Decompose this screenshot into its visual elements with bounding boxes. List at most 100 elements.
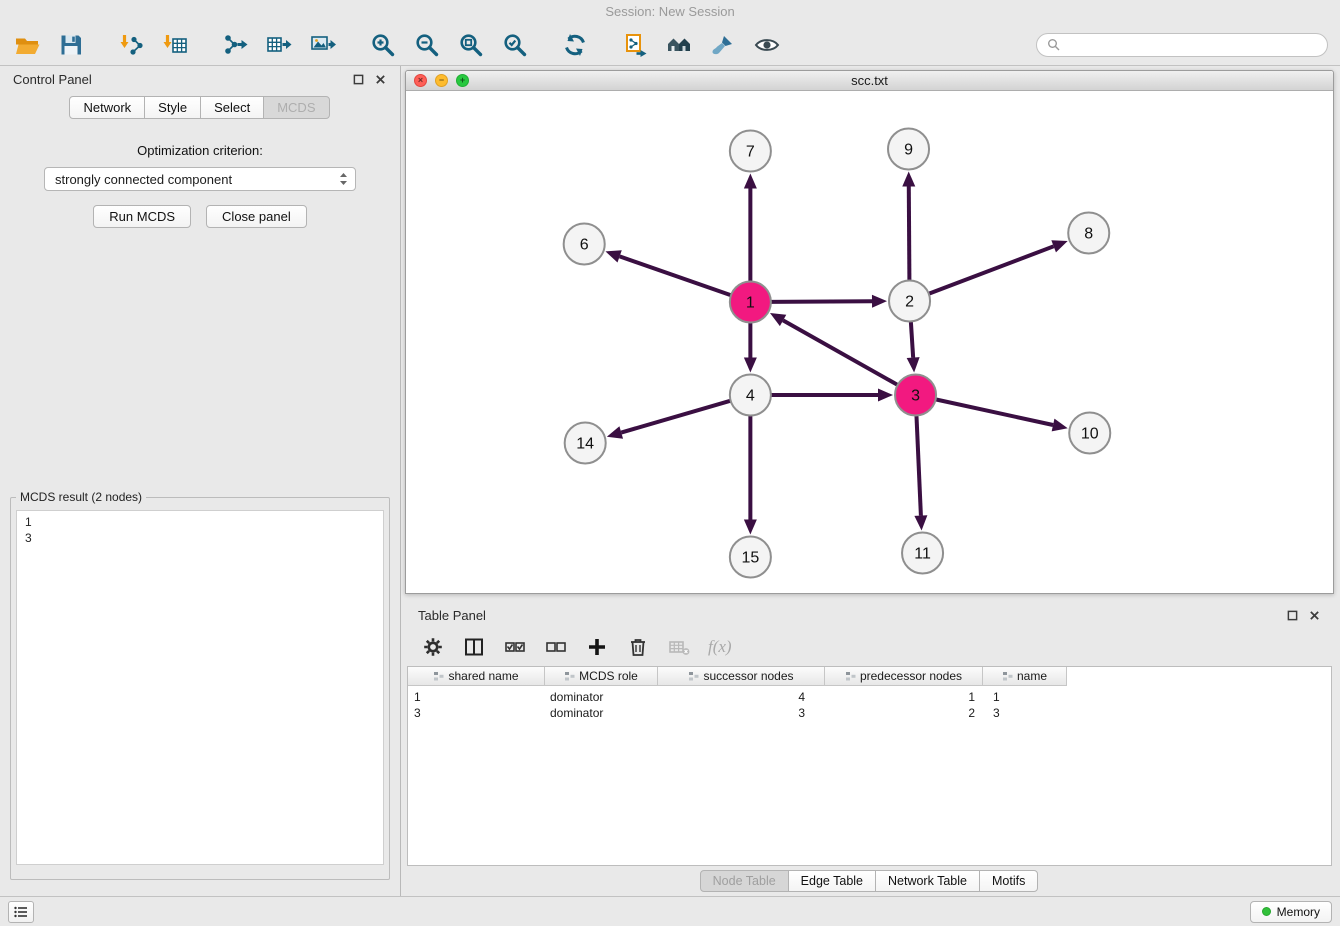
open-session-button[interactable] (12, 30, 42, 60)
table-cell[interactable]: 3 (408, 706, 545, 720)
graph-edge-3-11[interactable] (914, 415, 927, 530)
table-row[interactable]: 1dominator411 (408, 689, 1331, 705)
zoom-fit-button[interactable] (456, 30, 486, 60)
import-network-button[interactable] (116, 30, 146, 60)
minimize-window-button[interactable] (435, 74, 448, 87)
graph-node-2[interactable]: 2 (889, 281, 930, 322)
graph-node-1[interactable]: 1 (730, 282, 771, 323)
table-cell[interactable]: 3 (658, 706, 825, 720)
column-header-shared-name[interactable]: shared name (408, 667, 545, 686)
graph-node-14[interactable]: 14 (565, 423, 606, 464)
memory-button[interactable]: Memory (1250, 901, 1332, 923)
table-row[interactable]: 3dominator323 (408, 705, 1331, 721)
graph-node-6[interactable]: 6 (564, 224, 605, 265)
export-image-button[interactable] (308, 30, 338, 60)
function-builder-button[interactable]: f(x) (708, 635, 732, 659)
graph-node-9[interactable]: 9 (888, 129, 929, 170)
graph-edge-1-6[interactable] (605, 250, 731, 295)
graph-edge-4-14[interactable] (607, 401, 731, 439)
criterion-dropdown[interactable]: strongly connected component (44, 167, 356, 191)
tab-network-table[interactable]: Network Table (875, 870, 980, 892)
export-table-button[interactable] (264, 30, 294, 60)
first-neighbors-button[interactable] (664, 30, 694, 60)
table-cell[interactable]: 2 (825, 706, 983, 720)
graph-edge-3-10[interactable] (936, 399, 1068, 431)
table-settings-button[interactable] (421, 635, 445, 659)
select-all-checkboxes-icon (504, 636, 526, 658)
run-mcds-button[interactable]: Run MCDS (93, 205, 191, 228)
graph-edge-4-15[interactable] (744, 416, 757, 535)
table-panel-window-icons (1286, 609, 1321, 622)
close-mcds-panel-button[interactable]: Close panel (206, 205, 307, 228)
tab-node-table[interactable]: Node Table (700, 870, 789, 892)
graph-edge-2-9[interactable] (902, 171, 915, 280)
delete-row-button[interactable] (626, 635, 650, 659)
tab-mcds[interactable]: MCDS (263, 96, 329, 119)
graph-node-15[interactable]: 15 (730, 537, 771, 578)
column-header-predecessor-nodes[interactable]: predecessor nodes (825, 667, 983, 686)
table-cell[interactable]: 1 (825, 690, 983, 704)
tab-edge-table[interactable]: Edge Table (788, 870, 876, 892)
graph-node-3[interactable]: 3 (895, 375, 936, 416)
graph-node-10[interactable]: 10 (1069, 413, 1110, 454)
network-canvas[interactable]: 7 9 6 8 1 2 4 3 14 10 15 11 (406, 91, 1333, 593)
deselect-all-checkboxes-button[interactable] (544, 635, 568, 659)
import-table-button[interactable] (160, 30, 190, 60)
split-columns-button[interactable] (462, 635, 486, 659)
graph-edge-2-3[interactable] (907, 321, 920, 372)
float-control-panel-button[interactable] (352, 73, 365, 86)
graph-edge-3-1[interactable] (770, 313, 898, 385)
export-network-button[interactable] (220, 30, 250, 60)
search-input[interactable] (1066, 38, 1317, 52)
mcds-result-list[interactable]: 1 3 (16, 510, 384, 865)
hide-control-panel-button[interactable] (374, 73, 387, 86)
tab-select[interactable]: Select (200, 96, 264, 119)
zoom-out-button[interactable] (412, 30, 442, 60)
search-box[interactable] (1036, 33, 1328, 57)
graph-node-label: 2 (905, 294, 914, 311)
delete-table-button[interactable] (667, 635, 691, 659)
window-titlebar[interactable]: Session: New Session (0, 0, 1340, 24)
style-brush-button[interactable] (708, 30, 738, 60)
graph-node-11[interactable]: 11 (902, 533, 943, 574)
table-cell[interactable]: 1 (408, 690, 545, 704)
save-session-button[interactable] (56, 30, 86, 60)
graph-node-4[interactable]: 4 (730, 375, 771, 416)
list-icon (14, 906, 28, 918)
column-header-MCDS-role[interactable]: MCDS role (545, 667, 658, 686)
table-cell[interactable]: 3 (983, 706, 1067, 720)
zoom-selected-button[interactable] (500, 30, 530, 60)
window-controls (414, 74, 469, 87)
tab-style[interactable]: Style (144, 96, 201, 119)
table-cell[interactable]: dominator (545, 690, 658, 704)
graph-node-7[interactable]: 7 (730, 131, 771, 172)
graph-edge-2-8[interactable] (929, 240, 1068, 293)
table-cell[interactable]: 4 (658, 690, 825, 704)
graph-edge-1-4[interactable] (744, 323, 757, 373)
graph-edge-1-2[interactable] (771, 295, 887, 308)
select-all-checkboxes-button[interactable] (503, 635, 527, 659)
graph-edge-4-3[interactable] (771, 389, 893, 402)
clone-network-button[interactable] (620, 30, 650, 60)
close-window-button[interactable] (414, 74, 427, 87)
network-window-titlebar[interactable]: scc.txt (406, 71, 1333, 91)
panel-selector-button[interactable] (8, 901, 34, 923)
toolbar-group (12, 30, 86, 60)
column-header-name[interactable]: name (983, 667, 1067, 686)
tab-network[interactable]: Network (69, 96, 145, 119)
tab-motifs[interactable]: Motifs (979, 870, 1038, 892)
add-row-button[interactable] (585, 635, 609, 659)
graph-edge-1-7[interactable] (744, 174, 757, 282)
graph-node-8[interactable]: 8 (1068, 213, 1109, 254)
toolbar-icon-groups (12, 30, 812, 60)
zoom-in-button[interactable] (368, 30, 398, 60)
column-header-successor-nodes[interactable]: successor nodes (658, 667, 825, 686)
float-table-panel-button[interactable] (1286, 609, 1299, 622)
table-cell[interactable]: 1 (983, 690, 1067, 704)
apply-layout-button[interactable] (560, 30, 590, 60)
table-cell[interactable]: dominator (545, 706, 658, 720)
hide-table-panel-button[interactable] (1308, 609, 1321, 622)
show-hide-button[interactable] (752, 30, 782, 60)
zoom-window-button[interactable] (456, 74, 469, 87)
column-type-icon (564, 671, 575, 682)
